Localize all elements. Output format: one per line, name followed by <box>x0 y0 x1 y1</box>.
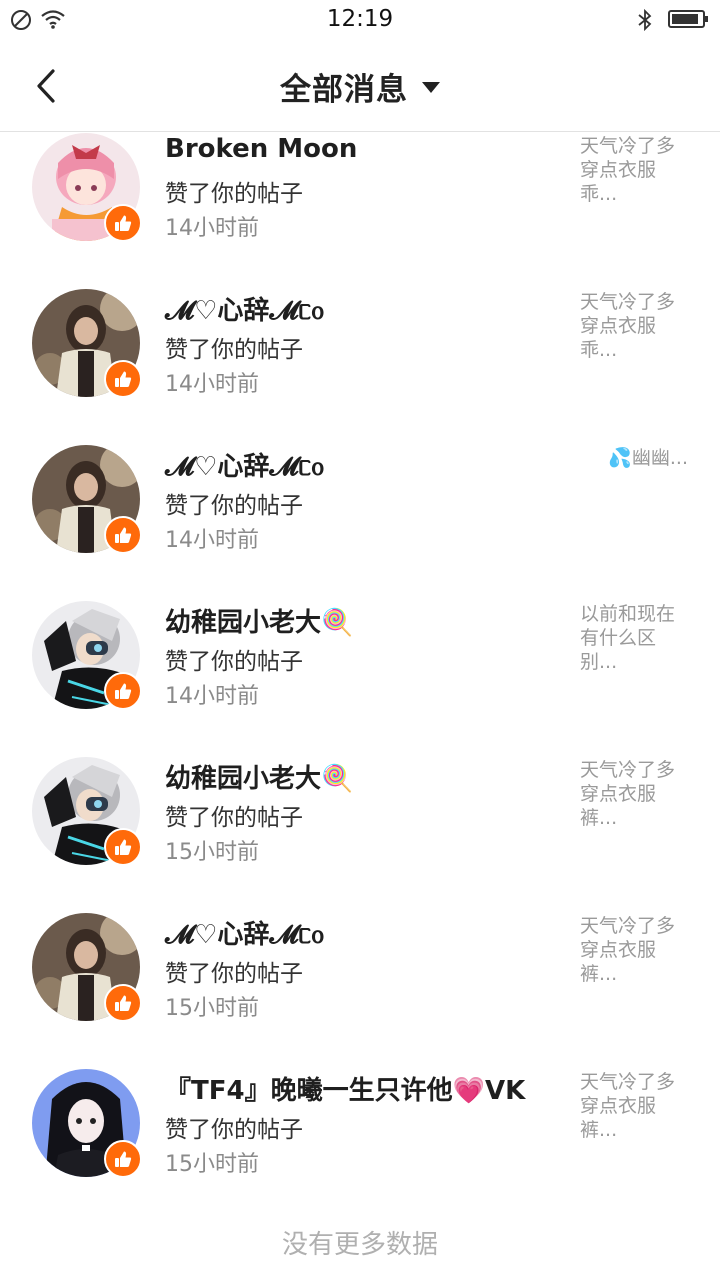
action-text: 赞了你的帖子 <box>165 1117 303 1143</box>
timestamp: 15小时前 <box>165 996 259 1021</box>
like-badge <box>104 204 142 242</box>
nav-bar: 全部消息 <box>0 40 720 132</box>
post-preview[interactable]: 天气冷了多穿点衣服裤... <box>580 914 690 986</box>
user-name[interactable]: Broken Moon <box>165 134 565 164</box>
like-badge <box>104 984 142 1022</box>
user-name[interactable]: 『TF4』晚曦一生只许他💗VK <box>165 1070 565 1107</box>
battery-icon <box>668 10 708 28</box>
like-badge <box>104 1140 142 1178</box>
thumbs-up-icon <box>115 995 132 1011</box>
timestamp: 14小时前 <box>165 528 259 553</box>
timestamp: 14小时前 <box>165 372 259 397</box>
like-badge <box>104 828 142 866</box>
action-text: 赞了你的帖子 <box>165 493 303 519</box>
post-preview[interactable]: 天气冷了多穿点衣服乖... <box>580 134 690 206</box>
thumbs-up-icon <box>115 215 132 231</box>
page-title: 全部消息 <box>280 72 408 108</box>
thumbs-up-icon <box>115 683 132 699</box>
filter-dropdown[interactable]: 全部消息 <box>0 64 720 109</box>
list-item[interactable]: Broken Moon 赞了你的帖子 14小时前 天气冷了多穿点衣服乖... <box>0 132 720 288</box>
timestamp: 14小时前 <box>165 216 259 241</box>
status-bar: 12:19 <box>0 0 720 40</box>
timestamp: 15小时前 <box>165 1152 259 1177</box>
user-name[interactable]: 幼稚园小老大🍭 <box>165 602 565 639</box>
no-more-data-label: 没有更多数据 <box>281 1230 438 1260</box>
list-item[interactable]: 𝓜♡心辞𝓜ᥴ᧐ 赞了你的帖子 14小时前 💦幽幽... <box>0 444 720 600</box>
action-text: 赞了你的帖子 <box>165 805 303 831</box>
action-text: 赞了你的帖子 <box>165 337 303 363</box>
action-text: 赞了你的帖子 <box>165 181 303 207</box>
action-text: 赞了你的帖子 <box>165 649 303 675</box>
timestamp: 14小时前 <box>165 684 259 709</box>
like-badge <box>104 516 142 554</box>
user-name[interactable]: 𝓜♡心辞𝓜ᥴ᧐ <box>165 446 565 484</box>
timestamp: 15小时前 <box>165 840 259 865</box>
post-preview[interactable]: 天气冷了多穿点衣服裤... <box>580 758 690 830</box>
user-name[interactable]: 𝓜♡心辞𝓜ᥴ᧐ <box>165 290 565 328</box>
list-item[interactable]: 𝓜♡心辞𝓜ᥴ᧐ 赞了你的帖子 14小时前 天气冷了多穿点衣服乖... <box>0 288 720 444</box>
like-badge <box>104 360 142 398</box>
list-item[interactable]: 幼稚园小老大🍭 赞了你的帖子 14小时前 以前和现在有什么区别... <box>0 600 720 756</box>
post-preview[interactable]: 以前和现在有什么区别... <box>580 602 690 674</box>
thumbs-up-icon <box>115 371 132 387</box>
thumbs-up-icon <box>115 527 132 543</box>
message-list: Broken Moon 赞了你的帖子 14小时前 天气冷了多穿点衣服乖... 𝓜… <box>0 132 720 1224</box>
user-name[interactable]: 𝓜♡心辞𝓜ᥴ᧐ <box>165 914 565 952</box>
action-text: 赞了你的帖子 <box>165 961 303 987</box>
user-name[interactable]: 幼稚园小老大🍭 <box>165 758 565 795</box>
like-badge <box>104 672 142 710</box>
thumbs-up-icon <box>115 1151 132 1167</box>
post-preview[interactable]: 天气冷了多穿点衣服裤... <box>580 1070 690 1142</box>
post-preview[interactable]: 💦幽幽... <box>560 446 688 470</box>
thumbs-up-icon <box>115 839 132 855</box>
post-preview[interactable]: 天气冷了多穿点衣服乖... <box>580 290 690 362</box>
caret-down-icon <box>422 82 440 93</box>
list-item[interactable]: 𝓜♡心辞𝓜ᥴ᧐ 赞了你的帖子 15小时前 天气冷了多穿点衣服裤... <box>0 912 720 1068</box>
bluetooth-icon <box>638 8 652 32</box>
list-item[interactable]: 『TF4』晚曦一生只许他💗VK 赞了你的帖子 15小时前 天气冷了多穿点衣服裤.… <box>0 1068 720 1224</box>
list-item[interactable]: 幼稚园小老大🍭 赞了你的帖子 15小时前 天气冷了多穿点衣服裤... <box>0 756 720 912</box>
status-time: 12:19 <box>326 6 394 32</box>
